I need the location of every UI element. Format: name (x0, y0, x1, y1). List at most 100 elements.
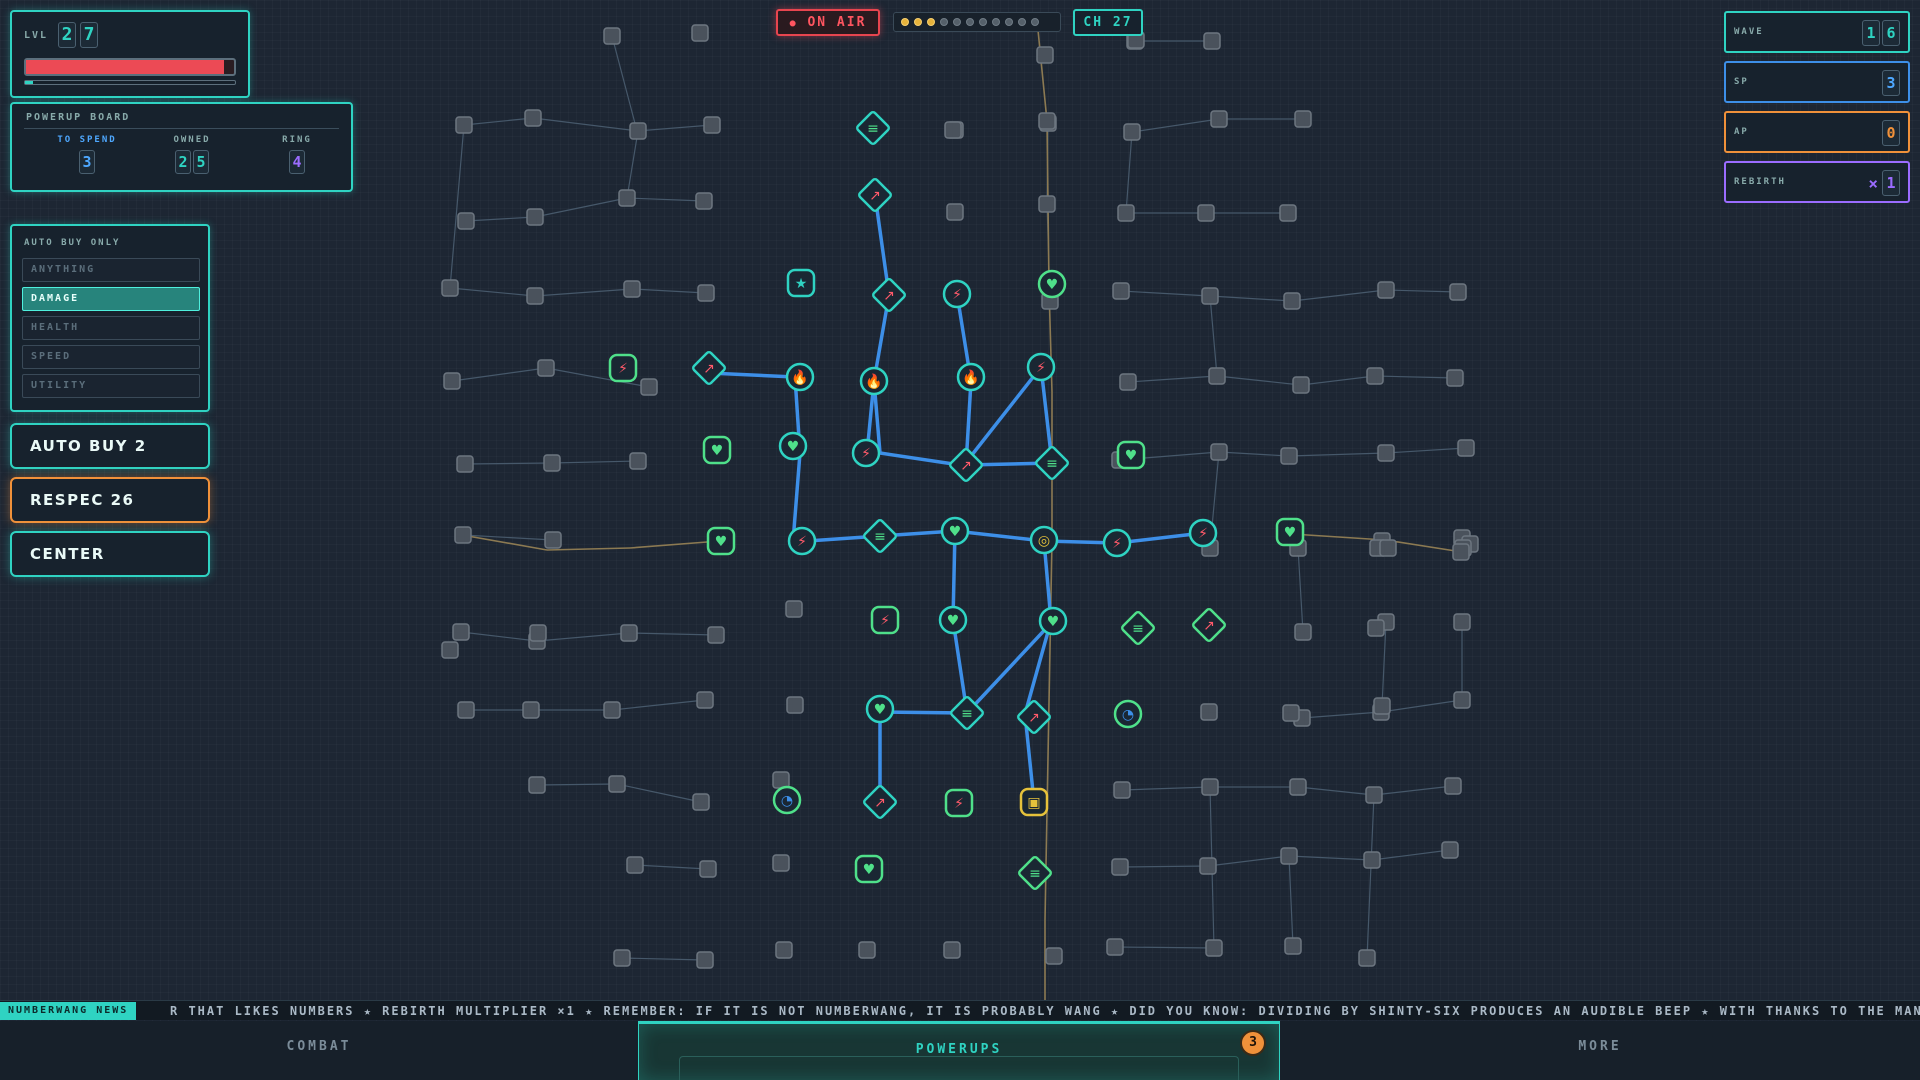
locked-node[interactable] (1210, 443, 1228, 461)
locked-node[interactable] (1444, 777, 1462, 795)
filter-damage[interactable]: DAMAGE (22, 287, 200, 311)
locked-node[interactable] (692, 793, 710, 811)
locked-node[interactable] (1208, 367, 1226, 385)
locked-node[interactable] (457, 212, 475, 230)
locked-node[interactable] (1282, 704, 1300, 722)
locked-node[interactable] (772, 771, 790, 789)
locked-node[interactable] (1045, 947, 1063, 965)
locked-node[interactable] (1279, 204, 1297, 222)
locked-node[interactable] (775, 941, 793, 959)
heart-icon[interactable]: ♥ (778, 431, 808, 461)
locked-node[interactable] (858, 941, 876, 959)
tab-combat[interactable]: COMBAT (0, 1021, 638, 1080)
bolt-icon[interactable]: ⚡ (942, 279, 972, 309)
locked-node[interactable] (1205, 939, 1223, 957)
locked-node[interactable] (1292, 376, 1310, 394)
locked-node[interactable] (707, 626, 725, 644)
locked-node[interactable] (785, 600, 803, 618)
locked-node[interactable] (603, 27, 621, 45)
locked-node[interactable] (1200, 703, 1218, 721)
locked-node[interactable] (537, 359, 555, 377)
locked-node[interactable] (699, 860, 717, 878)
heart-icon[interactable]: ♥ (702, 435, 732, 465)
bolt-icon[interactable]: ⚡ (1102, 528, 1132, 558)
locked-node[interactable] (1197, 204, 1215, 222)
locked-node[interactable] (1441, 841, 1459, 859)
locked-node[interactable] (1112, 282, 1130, 300)
respec-button[interactable]: RESPEC 26 (10, 477, 210, 523)
locked-node[interactable] (1111, 858, 1129, 876)
locked-node[interactable] (456, 455, 474, 473)
locked-node[interactable] (544, 531, 562, 549)
lines-icon[interactable]: ≡ (1035, 446, 1069, 480)
fire-icon[interactable]: 🔥 (859, 366, 889, 396)
locked-node[interactable] (1379, 539, 1397, 557)
locked-node[interactable] (1452, 543, 1470, 561)
locked-node[interactable] (457, 701, 475, 719)
locked-node[interactable] (455, 116, 473, 134)
locked-node[interactable] (703, 116, 721, 134)
locked-node[interactable] (629, 452, 647, 470)
locked-node[interactable] (1210, 110, 1228, 128)
locked-node[interactable] (441, 279, 459, 297)
center-button[interactable]: CENTER (10, 531, 210, 577)
locked-node[interactable] (522, 701, 540, 719)
locked-node[interactable] (454, 526, 472, 544)
trend-icon[interactable]: ↗ (863, 785, 897, 819)
locked-node[interactable] (608, 775, 626, 793)
bolt-icon[interactable]: ⚡ (1188, 518, 1218, 548)
locked-node[interactable] (1294, 623, 1312, 641)
locked-node[interactable] (1201, 778, 1219, 796)
locked-node[interactable] (526, 287, 544, 305)
locked-node[interactable] (1201, 287, 1219, 305)
locked-node[interactable] (603, 701, 621, 719)
heart-icon[interactable]: ♥ (1038, 606, 1068, 636)
locked-node[interactable] (1123, 123, 1141, 141)
heart-icon[interactable]: ♥ (1037, 269, 1067, 299)
bolt-icon[interactable]: ⚡ (787, 526, 817, 556)
target-icon[interactable]: ◎ (1029, 525, 1059, 555)
locked-node[interactable] (1038, 195, 1056, 213)
locked-node[interactable] (696, 691, 714, 709)
locked-node[interactable] (623, 280, 641, 298)
locked-node[interactable] (1289, 778, 1307, 796)
locked-node[interactable] (691, 24, 709, 42)
trend-icon[interactable]: ↗ (1017, 700, 1051, 734)
filter-health[interactable]: HEALTH (22, 316, 200, 340)
locked-node[interactable] (1119, 373, 1137, 391)
star-icon[interactable]: ★ (786, 268, 816, 298)
heart-icon[interactable]: ♥ (1275, 517, 1305, 547)
trend-icon[interactable]: ↗ (872, 278, 906, 312)
fire-icon[interactable]: 🔥 (956, 362, 986, 392)
locked-node[interactable] (1366, 367, 1384, 385)
locked-node[interactable] (640, 378, 658, 396)
locked-node[interactable] (529, 624, 547, 642)
locked-node[interactable] (1284, 937, 1302, 955)
locked-node[interactable] (1457, 439, 1475, 457)
heart-icon[interactable]: ♥ (854, 854, 884, 884)
lines-icon[interactable]: ≡ (1121, 611, 1155, 645)
locked-node[interactable] (620, 624, 638, 642)
gauge-icon[interactable]: ◔ (772, 785, 802, 815)
lines-icon[interactable]: ≡ (856, 111, 890, 145)
gauge-icon[interactable]: ◔ (1113, 699, 1143, 729)
locked-node[interactable] (1377, 444, 1395, 462)
lines-icon[interactable]: ≡ (863, 519, 897, 553)
bolt-icon[interactable]: ⚡ (870, 605, 900, 635)
bolt-icon[interactable]: ⚡ (608, 353, 638, 383)
filter-speed[interactable]: SPEED (22, 345, 200, 369)
locked-node[interactable] (1294, 110, 1312, 128)
locked-node[interactable] (1363, 851, 1381, 869)
locked-node[interactable] (1449, 283, 1467, 301)
bolt-icon[interactable]: ⚡ (851, 438, 881, 468)
locked-node[interactable] (626, 856, 644, 874)
locked-node[interactable] (1280, 447, 1298, 465)
locked-node[interactable] (697, 284, 715, 302)
locked-node[interactable] (943, 941, 961, 959)
trend-icon[interactable]: ↗ (692, 351, 726, 385)
locked-node[interactable] (1113, 781, 1131, 799)
locked-node[interactable] (696, 951, 714, 969)
locked-node[interactable] (1117, 204, 1135, 222)
locked-node[interactable] (946, 203, 964, 221)
locked-node[interactable] (1358, 949, 1376, 967)
